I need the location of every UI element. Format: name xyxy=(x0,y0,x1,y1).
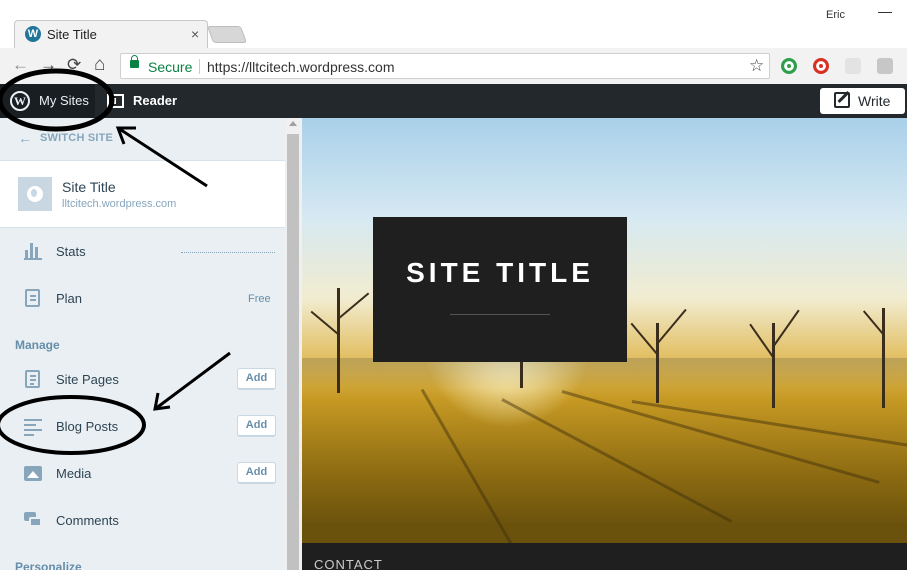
stats-sparkline xyxy=(181,252,275,253)
sidebar-item-blog-posts[interactable]: Blog Posts Add xyxy=(0,404,285,451)
bookmark-star-icon[interactable]: ☆ xyxy=(749,56,764,76)
tree-branch xyxy=(772,309,800,348)
address-separator xyxy=(199,59,200,74)
extension-gray-icon[interactable] xyxy=(877,58,893,74)
site-name: Site Title xyxy=(62,179,116,195)
globe-icon xyxy=(27,186,43,202)
new-tab-button[interactable] xyxy=(206,26,248,43)
tree-shadow xyxy=(501,398,733,523)
sidebar-item-site-pages[interactable]: Site Pages Add xyxy=(0,357,285,404)
extension-shield-icon[interactable] xyxy=(845,58,861,74)
tree-branch xyxy=(337,292,370,320)
sidebar-item-label: Stats xyxy=(56,244,86,259)
tree-line xyxy=(302,358,907,388)
sidebar-item-label: Media xyxy=(56,466,92,481)
site-menu-bar: CONTACT xyxy=(302,543,907,570)
reader-button[interactable]: Reader xyxy=(133,93,177,108)
write-button[interactable]: Write xyxy=(820,88,905,114)
sidebar-item-label: Comments xyxy=(56,513,119,528)
site-icon xyxy=(18,177,52,211)
site-title: SITE TITLE xyxy=(406,257,594,288)
switch-site-label: SWITCH SITE xyxy=(40,132,114,144)
contact-link[interactable]: CONTACT xyxy=(314,557,383,570)
sidebar-item-comments[interactable]: Comments xyxy=(0,498,285,545)
image-icon xyxy=(24,466,42,481)
tree xyxy=(772,323,775,408)
back-icon[interactable]: ← xyxy=(12,56,29,74)
reader-icon[interactable] xyxy=(107,94,124,108)
clipboard-icon xyxy=(25,289,40,307)
home-icon[interactable]: ⌂ xyxy=(94,55,105,74)
wp-masterbar: W My Sites Reader Write xyxy=(0,84,907,118)
comments-icon xyxy=(24,511,42,529)
pencil-icon xyxy=(834,92,850,108)
browser-titlebar: W Site Title × Eric — xyxy=(0,0,907,48)
page-icon xyxy=(25,370,40,388)
window-minimize-icon[interactable]: — xyxy=(878,3,892,19)
sidebar-item-media[interactable]: Media Add xyxy=(0,451,285,498)
url-text[interactable]: https://lltcitech.wordpress.com xyxy=(207,59,395,75)
tab-close-icon[interactable]: × xyxy=(191,26,199,42)
write-label: Write xyxy=(858,93,891,109)
current-site-card[interactable]: Site Title lltcitech.wordpress.com xyxy=(0,160,285,228)
sidebar-item-label: Site Pages xyxy=(56,372,119,387)
tree-branch xyxy=(310,310,339,335)
site-title-box[interactable]: SITE TITLE xyxy=(373,217,627,362)
add-post-button[interactable]: Add xyxy=(237,415,276,437)
posts-icon xyxy=(24,417,42,436)
site-preview: SITE TITLE CONTACT xyxy=(302,118,907,570)
wordpress-logo-icon: W xyxy=(10,91,30,111)
scrollbar-thumb[interactable] xyxy=(287,134,299,570)
add-media-button[interactable]: Add xyxy=(237,462,276,484)
extension-green-icon[interactable] xyxy=(781,58,797,74)
manage-heading: Manage xyxy=(15,338,60,352)
stats-icon xyxy=(24,242,42,260)
tree-branch xyxy=(749,323,774,358)
browser-toolbar: ← → ⟳ ⌂ Secure https://lltcitech.wordpre… xyxy=(0,48,907,84)
scroll-up-arrow-icon[interactable] xyxy=(289,121,297,126)
secure-label: Secure xyxy=(148,59,193,75)
add-page-button[interactable]: Add xyxy=(237,368,276,390)
tree xyxy=(337,288,340,393)
wordpress-favicon-icon: W xyxy=(25,26,41,42)
arrow-left-icon: ← xyxy=(18,130,33,146)
sidebar: ← SWITCH SITE Site Title lltcitech.wordp… xyxy=(0,118,285,570)
tree-branch xyxy=(862,310,884,335)
extension-red-icon[interactable] xyxy=(813,58,829,74)
personalize-heading: Personalize xyxy=(15,560,82,570)
tree xyxy=(882,308,885,408)
lock-icon xyxy=(130,55,139,68)
forward-icon[interactable]: → xyxy=(40,56,57,74)
sidebar-item-stats[interactable]: Stats xyxy=(0,229,285,276)
site-url: lltcitech.wordpress.com xyxy=(62,198,177,210)
tree-branch xyxy=(630,322,658,355)
my-sites-label: My Sites xyxy=(39,93,89,108)
sidebar-item-label: Blog Posts xyxy=(56,419,119,434)
address-bar[interactable]: Secure https://lltcitech.wordpress.com ☆ xyxy=(120,53,770,79)
tab-title: Site Title xyxy=(47,27,97,42)
reload-icon[interactable]: ⟳ xyxy=(67,56,81,74)
window-user-name[interactable]: Eric xyxy=(826,9,845,21)
switch-site-link[interactable]: ← SWITCH SITE xyxy=(18,130,114,146)
tree-shadow xyxy=(561,390,880,484)
title-divider xyxy=(450,314,550,315)
tree-branch xyxy=(656,308,687,345)
sidebar-item-label: Plan xyxy=(56,291,83,306)
browser-tab[interactable]: W Site Title × xyxy=(14,20,208,48)
sidebar-scrollbar[interactable] xyxy=(285,118,302,570)
tree xyxy=(656,323,659,403)
my-sites-button[interactable]: W My Sites xyxy=(0,84,95,118)
plan-badge: Free xyxy=(248,293,271,305)
sidebar-item-plan[interactable]: Plan Free xyxy=(0,276,285,323)
